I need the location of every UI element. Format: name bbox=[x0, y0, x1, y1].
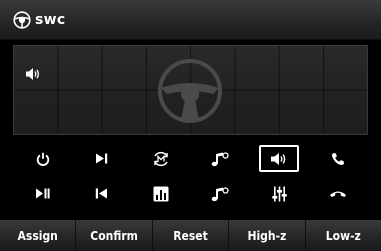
volume-icon bbox=[270, 152, 288, 166]
eq-settings-button[interactable] bbox=[250, 176, 309, 211]
next-track-button[interactable] bbox=[72, 141, 131, 176]
music-note-icon bbox=[211, 151, 229, 167]
high-z-button[interactable]: High-z bbox=[229, 220, 306, 251]
equalizer-sliders-icon bbox=[272, 186, 287, 202]
play-pause-button[interactable] bbox=[13, 176, 72, 211]
music-up-button[interactable] bbox=[191, 141, 250, 176]
volume-button[interactable] bbox=[250, 141, 309, 176]
hang-up-button[interactable] bbox=[309, 176, 368, 211]
assign-button[interactable]: Assign bbox=[0, 220, 77, 251]
bottom-action-bar: Assign Confirm Reset High-z Low-z bbox=[0, 220, 381, 251]
mode-icon bbox=[152, 150, 170, 168]
next-track-icon bbox=[95, 153, 108, 164]
button-grid bbox=[13, 141, 368, 211]
steering-wheel-icon bbox=[13, 10, 31, 29]
previous-track-button[interactable] bbox=[72, 176, 131, 211]
low-z-button[interactable]: Low-z bbox=[306, 220, 381, 251]
reset-button[interactable]: Reset bbox=[153, 220, 230, 251]
steering-control-panel[interactable] bbox=[13, 45, 368, 135]
volume-icon bbox=[25, 66, 41, 80]
mode-button[interactable] bbox=[131, 141, 190, 176]
music-note-icon bbox=[211, 186, 229, 202]
equalizer-button[interactable] bbox=[131, 176, 190, 211]
equalizer-icon bbox=[153, 186, 169, 202]
power-icon bbox=[36, 152, 50, 166]
title-bar: swc bbox=[0, 0, 381, 40]
hang-up-icon bbox=[329, 189, 347, 198]
app-title: swc bbox=[35, 11, 66, 28]
previous-track-icon bbox=[95, 188, 108, 199]
music-down-button[interactable] bbox=[191, 176, 250, 211]
call-button[interactable] bbox=[309, 141, 368, 176]
steering-wheel-icon bbox=[157, 58, 223, 124]
phone-icon bbox=[331, 152, 345, 166]
confirm-button[interactable]: Confirm bbox=[76, 220, 153, 251]
power-button[interactable] bbox=[13, 141, 72, 176]
play-pause-icon bbox=[35, 188, 50, 199]
selection-frame bbox=[259, 145, 300, 172]
